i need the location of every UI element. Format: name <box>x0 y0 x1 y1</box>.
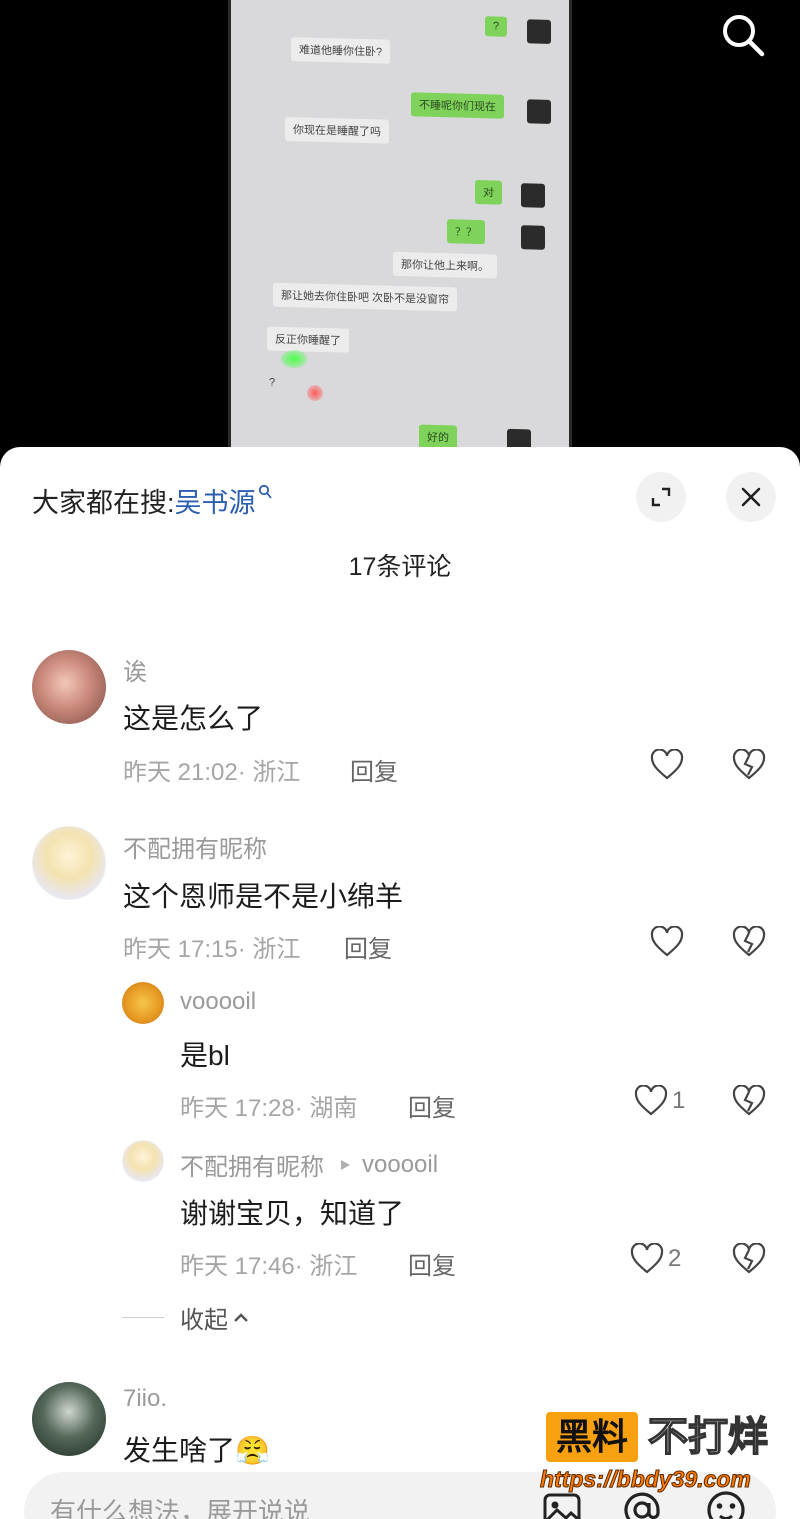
broken-heart-icon <box>732 748 766 780</box>
comment-input-placeholder[interactable]: 有什么想法，展开说说 <box>50 1492 310 1519</box>
search-icon <box>723 15 765 57</box>
like-button[interactable] <box>650 749 684 781</box>
hot-search-prefix: 大家都在搜: <box>32 488 175 518</box>
hot-search-term[interactable]: 吴书源 <box>175 481 256 520</box>
chat-bubble: ？？ <box>447 219 485 245</box>
comment-count: 17条评论 <box>348 553 452 581</box>
chat-bubble: 难道他睡你住卧? <box>291 37 391 64</box>
comment-author[interactable]: 7iio. <box>123 1385 167 1413</box>
reply-button[interactable]: 回复 <box>344 929 392 964</box>
close-icon <box>741 487 761 507</box>
comment-text-row: 发生啥了😤 <box>123 1429 270 1469</box>
dislike-button[interactable] <box>732 748 766 786</box>
chat-bubble: 对 <box>475 179 502 205</box>
avatar[interactable] <box>32 650 106 724</box>
watermark: 黑料 不打烊 https://bbdy39.com <box>540 1412 790 1502</box>
chat-bubble: 好的 <box>419 424 457 450</box>
broken-heart-icon <box>732 1084 766 1116</box>
heart-icon <box>630 1243 664 1274</box>
chat-screenshot: ? 难道他睡你住卧? 不睡呢你们现在 你现在是睡醒了吗 对 ？？ 那你让他上来啊… <box>231 0 569 454</box>
chat-avatar <box>521 183 545 208</box>
chat-bubble: 不睡呢你们现在 <box>411 92 504 119</box>
expand-icon <box>651 487 671 507</box>
comment-text[interactable]: 是bl <box>180 1034 230 1074</box>
comment-meta: 昨天 17:46· 浙江 <box>180 1253 358 1280</box>
comment-meta: 昨天 17:28· 湖南 <box>180 1095 358 1122</box>
chat-avatar <box>527 19 551 44</box>
chat-bubble: 那你让他上来啊。 <box>393 251 497 279</box>
comment-text[interactable]: 这个恩师是不是小绵羊 <box>123 875 403 915</box>
watermark-badge: 黑料 <box>546 1412 639 1462</box>
broken-heart-icon <box>732 925 766 957</box>
dislike-button[interactable] <box>732 1084 766 1122</box>
chevron-up-icon <box>234 1312 248 1322</box>
watermark-text: 不打烊 <box>647 1414 769 1460</box>
avatar[interactable] <box>122 982 164 1024</box>
green-light-glare <box>281 350 307 368</box>
avatar[interactable] <box>32 1382 106 1456</box>
comment-meta: 昨天 21:02· 浙江 <box>123 759 301 786</box>
search-small-icon <box>258 484 272 504</box>
comment-author[interactable]: 不配拥有昵称 <box>123 829 267 864</box>
collapse-label: 收起 <box>180 1307 228 1334</box>
heart-icon <box>634 1085 668 1116</box>
comment-author[interactable]: 不配拥有昵称 <box>180 1147 324 1182</box>
video-frame-phone-screen: ? 难道他睡你住卧? 不睡呢你们现在 你现在是睡醒了吗 对 ？？ 那你让他上来啊… <box>228 0 572 454</box>
avatar[interactable] <box>32 826 106 900</box>
comment-author[interactable]: 诶 <box>123 652 147 687</box>
close-button[interactable] <box>726 472 776 522</box>
chat-bubble: 反正你睡醒了 <box>267 326 349 353</box>
watermark-url: https://bbdy39.com <box>540 1466 752 1493</box>
chat-bubble: ? <box>485 16 508 37</box>
like-count: 2 <box>668 1245 682 1272</box>
like-button[interactable]: 1 <box>634 1085 685 1117</box>
reply-header: 不配拥有昵称 vooooil <box>180 1147 438 1182</box>
reply-to-author[interactable]: vooooil <box>362 1151 438 1179</box>
like-button[interactable]: 2 <box>630 1243 681 1275</box>
chat-avatar <box>521 225 545 250</box>
dislike-button[interactable] <box>732 925 766 963</box>
play-triangle-icon <box>341 1159 350 1170</box>
search-button[interactable] <box>718 10 766 58</box>
comment-text[interactable]: 谢谢宝贝，知道了 <box>180 1192 404 1232</box>
reply-button[interactable]: 回复 <box>408 1246 456 1281</box>
hot-search-bar[interactable]: 大家都在搜: 吴书源 <box>32 481 272 520</box>
dislike-button[interactable] <box>732 1242 766 1280</box>
comment-text[interactable]: 这是怎么了 <box>123 697 263 737</box>
divider <box>122 1317 164 1318</box>
comment-author[interactable]: vooooil <box>180 988 256 1016</box>
like-button[interactable] <box>650 926 684 958</box>
comment-meta: 昨天 17:15· 浙江 <box>123 936 301 963</box>
broken-heart-icon <box>732 1242 766 1274</box>
avatar[interactable] <box>122 1140 164 1182</box>
chat-bubble: 那让她去你住卧吧 次卧不是没窗帘 <box>273 282 458 312</box>
reply-button[interactable]: 回复 <box>350 752 398 787</box>
collapse-replies-button[interactable]: 收起 <box>122 1300 250 1335</box>
reply-button[interactable]: 回复 <box>408 1088 456 1123</box>
heart-icon <box>650 749 684 780</box>
video-player[interactable]: ? 难道他睡你住卧? 不睡呢你们现在 你现在是睡醒了吗 对 ？？ 那你让他上来啊… <box>0 0 800 470</box>
chat-bubble: ? <box>269 376 276 389</box>
comment-sheet: 大家都在搜: 吴书源 17条评论 诶 这是怎么了 昨天 21:02· 浙江 回复 <box>0 447 800 1519</box>
red-light-glare <box>307 385 323 401</box>
heart-icon <box>650 926 684 957</box>
like-count: 1 <box>672 1087 686 1114</box>
chat-avatar <box>527 99 551 124</box>
emoji-sticker: 😤 <box>235 1435 270 1466</box>
comment-text[interactable]: 发生啥了 <box>123 1435 235 1466</box>
expand-button[interactable] <box>636 472 686 522</box>
chat-bubble: 你现在是睡醒了吗 <box>285 116 389 144</box>
